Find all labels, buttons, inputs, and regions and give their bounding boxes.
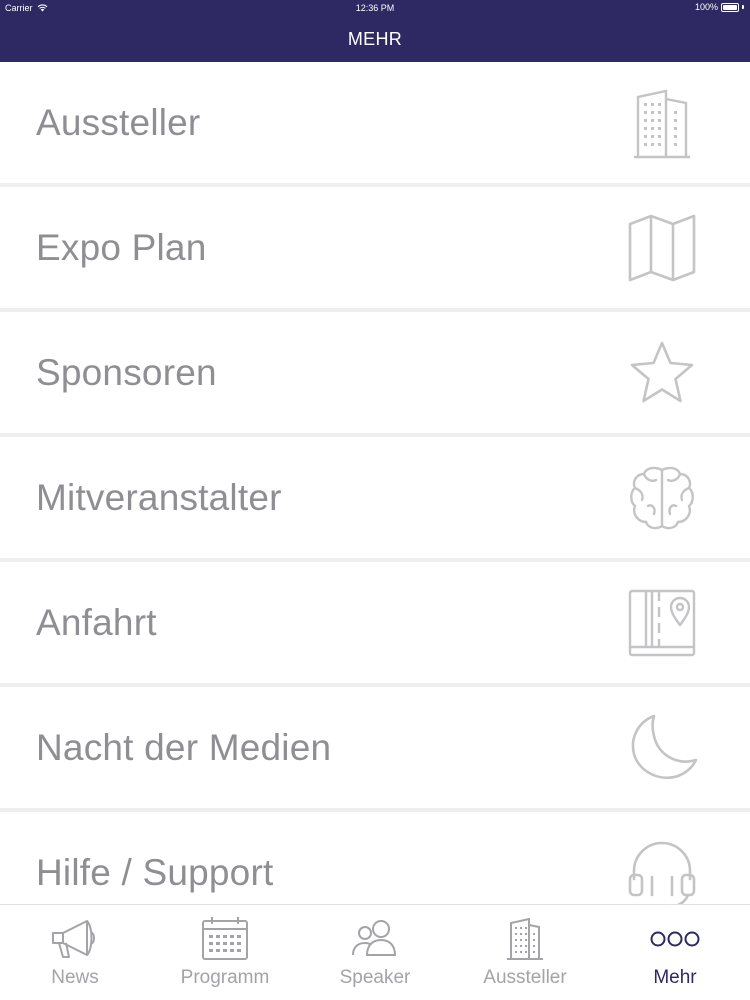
more-icon <box>649 915 701 963</box>
menu-item-anfahrt[interactable]: Anfahrt <box>0 562 750 683</box>
brain-icon <box>624 460 700 536</box>
menu-item-nacht-der-medien[interactable]: Nacht der Medien <box>0 687 750 808</box>
tab-aussteller[interactable]: Aussteller <box>450 905 600 1000</box>
menu-item-label: Aussteller <box>36 101 201 143</box>
tab-label: News <box>51 967 99 988</box>
tab-programm[interactable]: Programm <box>150 905 300 1000</box>
menu-item-label: Nacht der Medien <box>36 726 332 768</box>
menu-list: Aussteller Expo Plan Sponsoren Mitverans… <box>0 62 750 937</box>
menu-item-label: Hilfe / Support <box>36 851 274 893</box>
headset-icon <box>624 835 700 911</box>
menu-item-label: Expo Plan <box>36 226 207 268</box>
map-icon <box>624 210 700 286</box>
tab-label: Aussteller <box>483 967 567 988</box>
menu-item-sponsoren[interactable]: Sponsoren <box>0 312 750 433</box>
tab-bar: News Programm Speaker Aussteller Mehr <box>0 904 750 1000</box>
building-icon <box>624 85 700 161</box>
star-icon <box>624 335 700 411</box>
battery: 100% <box>695 2 744 12</box>
menu-item-label: Mitveranstalter <box>36 476 282 518</box>
menu-item-expo-plan[interactable]: Expo Plan <box>0 187 750 308</box>
people-icon <box>349 915 401 963</box>
moon-icon <box>624 710 700 786</box>
status-bar: Carrier 12:36 PM 100% <box>0 0 750 16</box>
tab-news[interactable]: News <box>0 905 150 1000</box>
battery-icon <box>721 2 739 12</box>
clock: 12:36 PM <box>355 3 395 13</box>
tab-label: Speaker <box>339 967 411 988</box>
calendar-icon <box>199 915 251 963</box>
menu-item-label: Sponsoren <box>36 351 217 393</box>
building-icon <box>499 915 551 963</box>
menu-item-aussteller[interactable]: Aussteller <box>0 62 750 183</box>
map-book-icon <box>624 585 700 661</box>
page-title: MEHR <box>347 28 403 49</box>
megaphone-icon <box>49 915 101 963</box>
menu-item-mitveranstalter[interactable]: Mitveranstalter <box>0 437 750 558</box>
battery-percent: 100% <box>694 2 718 12</box>
tab-label: Mehr <box>653 967 697 988</box>
tab-mehr[interactable]: Mehr <box>600 905 750 1000</box>
nav-bar: MEHR <box>0 16 750 62</box>
tab-label: Programm <box>180 967 270 988</box>
tab-speaker[interactable]: Speaker <box>300 905 450 1000</box>
menu-item-label: Anfahrt <box>36 601 157 643</box>
